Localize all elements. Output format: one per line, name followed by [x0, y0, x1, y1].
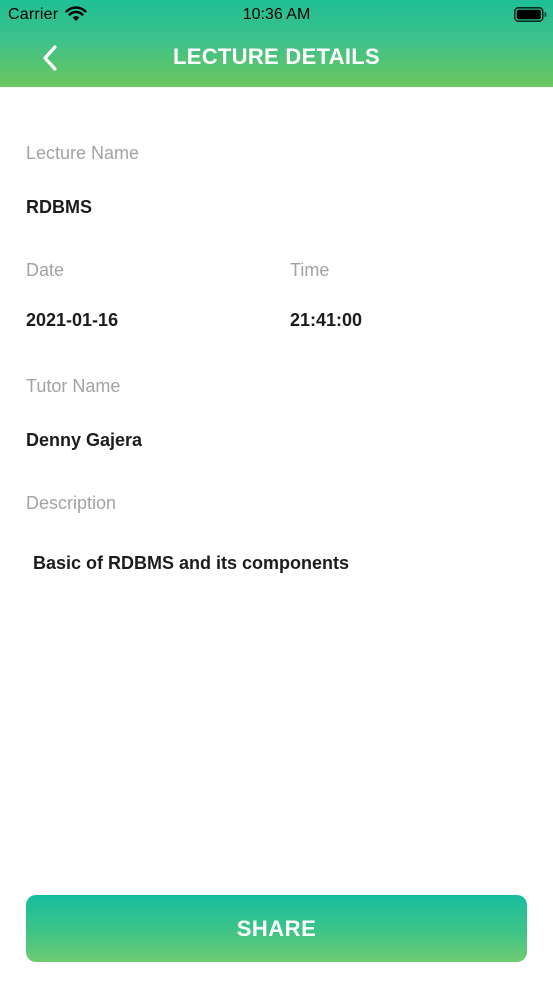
description-value: Basic of RDBMS and its components — [33, 553, 350, 573]
lecture-details-screen: Carrier 10:36 AM LECTURE DETAILS Lecture… — [0, 0, 553, 986]
lecture-name-label: Lecture Name — [26, 143, 140, 163]
lecture-name-value: RDBMS — [26, 197, 92, 217]
status-time: 10:36 AM — [242, 6, 311, 23]
description-label: Description — [26, 493, 117, 513]
time-label: Time — [290, 260, 330, 280]
share-button[interactable]: SHARE — [26, 895, 527, 962]
share-button-label: SHARE — [236, 915, 317, 941]
date-label: Date — [26, 260, 65, 280]
status-bar: Carrier 10:36 AM — [0, 0, 553, 30]
tutor-name-label: Tutor Name — [26, 376, 121, 396]
header: Carrier 10:36 AM LECTURE DETAILS — [0, 0, 553, 87]
battery-icon — [514, 7, 547, 22]
tutor-name-value: Denny Gajera — [26, 430, 143, 450]
time-value: 21:41:00 — [290, 310, 363, 330]
nav-bar: LECTURE DETAILS — [0, 30, 553, 87]
page-title: LECTURE DETAILS — [173, 44, 380, 69]
date-value: 2021-01-16 — [26, 310, 119, 330]
